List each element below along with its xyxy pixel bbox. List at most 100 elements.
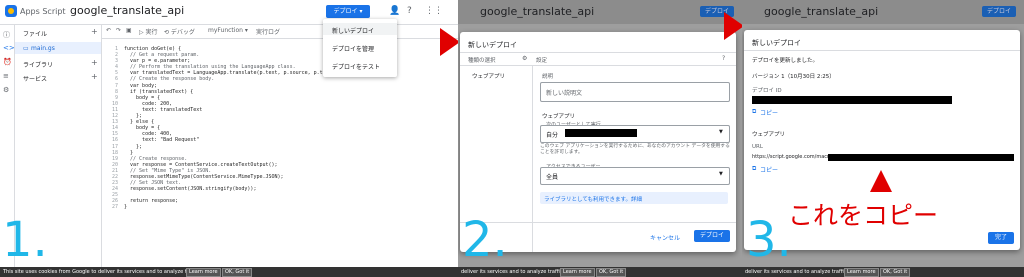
project-title[interactable]: google_translate_api — [70, 4, 184, 17]
clock-icon[interactable]: ⏰ — [3, 58, 12, 66]
divider — [460, 52, 736, 53]
description-input[interactable]: 新しい説明文 — [540, 82, 730, 102]
access-value: 全員 — [546, 174, 559, 181]
done-button[interactable]: 完了 — [988, 232, 1014, 244]
deploy-menu: 新しいデプロイ デプロイを管理 デプロイをテスト — [323, 19, 397, 77]
learn-more-button[interactable]: Learn more — [844, 268, 879, 277]
step-number-3: 3. — [746, 212, 792, 268]
menu-item-test-deploy[interactable]: デプロイをテスト — [332, 62, 380, 71]
help-icon[interactable]: ? — [722, 55, 725, 62]
exec-log-button[interactable]: 実行ログ — [256, 27, 280, 36]
divider — [460, 65, 736, 66]
gear-icon[interactable]: ⚙ — [522, 55, 527, 62]
version-label: バージョン 1（10月30日 2:25） — [752, 74, 835, 80]
app-name: Apps Script — [20, 7, 66, 16]
help-icon[interactable]: ? — [407, 6, 412, 16]
description-placeholder: 新しい説明文 — [546, 90, 583, 97]
code-line[interactable]: } — [124, 204, 344, 210]
panel-new-deploy: google_translate_api デプロイ 新しいデプロイ 種類の選択 … — [458, 0, 742, 277]
project-title: google_translate_api — [480, 5, 595, 18]
library-info-banner: ライブラリとしても利用できます。詳細 — [540, 192, 728, 204]
file-icon: ▭ — [23, 45, 29, 52]
redacted-url — [828, 154, 1014, 161]
vertical-divider — [532, 65, 533, 252]
ok-got-it-button[interactable]: OK, Got it — [596, 268, 627, 277]
url-label: URL — [752, 144, 763, 150]
dialog-title: 新しいデプロイ — [468, 41, 517, 49]
deploy-button[interactable]: デプロイ ▾ — [326, 5, 370, 18]
exec-user-value: 自分 — [546, 132, 559, 139]
panel-deploy-result: google_translate_api デプロイ 新しいデプロイ デプロイを更… — [742, 0, 1024, 277]
file-name[interactable]: main.gs — [31, 45, 55, 52]
panel-editor: Apps Script google_translate_api デプロイ ▾ … — [0, 0, 458, 277]
line-number-gutter: 1 2 3 4 5 6 7 8 9 10 11 12 13 14 15 16 17 18 19 20 21 22 23 24 2… — [102, 46, 118, 211]
cookie-text: deliver its services and to analyze traf… — [745, 269, 849, 275]
step-number-2: 2. — [462, 212, 508, 268]
run-button[interactable]: ▷ 実行 — [139, 27, 158, 36]
copy-icon[interactable]: ⧉ — [752, 108, 756, 116]
ok-got-it-button[interactable]: OK, Got it — [222, 268, 253, 277]
redo-icon[interactable]: ↷ — [116, 27, 121, 34]
dropdown-caret-icon: ▼ — [719, 129, 723, 135]
code-icon[interactable]: <> — [3, 44, 15, 52]
webapp-label: ウェブアプリ — [752, 132, 786, 138]
undo-icon[interactable]: ↶ — [106, 27, 111, 34]
arrow-right-icon — [440, 28, 460, 56]
cookie-text: This site uses cookies from Google to de… — [3, 269, 202, 275]
learn-more-button[interactable]: Learn more — [560, 268, 595, 277]
apps-grid-icon[interactable]: ⋮⋮ — [425, 6, 443, 16]
copy-deploy-id-link[interactable]: コピー — [760, 108, 778, 117]
apps-script-logo-icon — [5, 5, 17, 17]
code-editor[interactable]: 1 2 3 4 5 6 7 8 9 10 11 12 13 14 15 16 17 18 19 20 21 22 23 24 2… — [102, 39, 458, 277]
save-icon[interactable]: ▣ — [126, 27, 132, 34]
type-label: 種類の選択 — [468, 58, 496, 64]
function-select[interactable]: myFunction ▾ — [208, 27, 248, 34]
add-file-icon[interactable]: + — [91, 27, 98, 36]
arrow-right-icon — [724, 12, 744, 40]
dialog-title: 新しいデプロイ — [752, 39, 801, 47]
info-icon[interactable]: ⓘ — [3, 30, 10, 40]
debug-button[interactable]: ⟲ デバッグ — [164, 27, 195, 36]
settings-icon[interactable]: ⚙ — [3, 86, 9, 94]
project-title: google_translate_api — [764, 5, 879, 18]
library-note[interactable]: ライブラリとしても利用できます。詳細 — [544, 195, 642, 203]
cookie-bar: deliver its services and to analyze traf… — [458, 267, 742, 277]
description-label: 説明 — [542, 74, 554, 80]
access-select[interactable]: 全員 ▼ — [540, 167, 730, 185]
settings-label: 設定 — [536, 58, 548, 64]
dropdown-caret-icon: ▼ — [719, 171, 723, 177]
copy-icon[interactable]: ⧉ — [752, 165, 756, 173]
menu-item-new-deploy[interactable]: 新しいデプロイ — [332, 26, 374, 35]
executions-icon[interactable]: ≡ — [3, 72, 9, 80]
divider — [744, 50, 1020, 51]
cancel-button[interactable]: キャンセル — [650, 233, 680, 242]
updated-message: デプロイを更新しました。 — [752, 58, 819, 64]
line-number: 27 — [111, 204, 118, 211]
redacted-deploy-id — [752, 96, 952, 104]
add-user-icon[interactable]: 👤 — [389, 6, 400, 16]
arrow-up-icon — [870, 170, 892, 192]
exec-user-select[interactable]: 自分 ▼ — [540, 125, 730, 143]
deploy-confirm-button[interactable]: デプロイ — [694, 230, 730, 242]
webapp-type-item[interactable]: ウェブアプリ — [472, 72, 505, 80]
cookie-text: deliver its services and to analyze traf… — [461, 269, 565, 275]
learn-more-button[interactable]: Learn more — [186, 268, 221, 277]
cookie-bar: This site uses cookies from Google to de… — [0, 267, 458, 277]
webapp-section-label: ウェブアプリ — [542, 114, 576, 120]
deploy-button: デプロイ — [982, 6, 1016, 17]
menu-item-manage-deploy[interactable]: デプロイを管理 — [332, 44, 374, 53]
add-library-icon[interactable]: + — [91, 58, 98, 67]
code-text[interactable]: function doGet(e) { // Get a request par… — [124, 46, 344, 211]
step-number-1: 1. — [2, 212, 48, 268]
add-service-icon[interactable]: + — [91, 72, 98, 81]
services-heading: サービス — [23, 76, 48, 83]
copy-url-link[interactable]: コピー — [760, 165, 778, 174]
editor-toolbar: ↶ ↷ ▣ ▷ 実行 ⟲ デバッグ myFunction ▾ 実行ログ — [102, 24, 458, 39]
copy-this-note: これをコピー — [788, 201, 939, 230]
exec-note: このウェブ アプリケーションを実行するために、あなたのアカウント データを使用す… — [540, 144, 730, 155]
libraries-heading: ライブラリ — [23, 62, 54, 69]
dimmed-header: google_translate_api デプロイ — [742, 0, 1024, 24]
deploy-id-label: デプロイ ID — [752, 88, 782, 94]
redacted-email — [565, 129, 637, 137]
ok-got-it-button[interactable]: OK, Got it — [880, 268, 911, 277]
